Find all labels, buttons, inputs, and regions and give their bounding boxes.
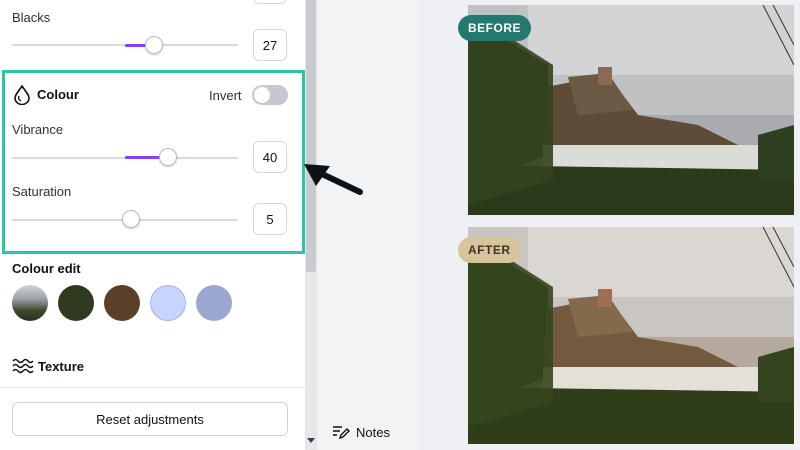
panel-scrollbar-thumb[interactable] — [306, 0, 316, 272]
colour-swatch-photo[interactable] — [12, 285, 48, 321]
scroll-down-arrow-icon[interactable] — [307, 438, 315, 443]
colour-section-highlight — [2, 70, 305, 254]
texture-title[interactable]: Texture — [38, 359, 84, 374]
colour-edit-title: Colour edit — [12, 261, 81, 276]
blacks-value-input[interactable]: 27 — [253, 29, 287, 61]
adjustments-panel: Blacks 27 Colour Invert Vibrance 40 Satu… — [0, 0, 305, 450]
panel-divider — [0, 387, 305, 388]
blacks-label: Blacks — [12, 10, 51, 25]
pointer-arrow-icon — [302, 160, 364, 200]
top-cut-value-box — [253, 0, 287, 4]
middle-gutter — [317, 0, 417, 450]
before-badge: BEFORE — [458, 15, 532, 41]
colour-swatch-brown[interactable] — [104, 285, 140, 321]
notes-label: Notes — [356, 424, 390, 440]
notes-button[interactable]: Notes — [332, 424, 390, 440]
colour-swatch-periwinkle[interactable] — [196, 285, 232, 321]
notes-icon — [333, 426, 350, 440]
panel-scrollbar[interactable] — [305, 0, 317, 450]
blacks-slider-thumb[interactable] — [145, 36, 163, 54]
colour-swatch-dark-green[interactable] — [58, 285, 94, 321]
texture-icon — [12, 358, 34, 374]
after-badge: AFTER — [458, 237, 521, 263]
after-photo[interactable] — [468, 227, 794, 444]
colour-swatch-light-blue[interactable] — [150, 285, 186, 321]
after-photo-image — [468, 227, 794, 444]
reset-adjustments-button[interactable]: Reset adjustments — [12, 402, 288, 436]
